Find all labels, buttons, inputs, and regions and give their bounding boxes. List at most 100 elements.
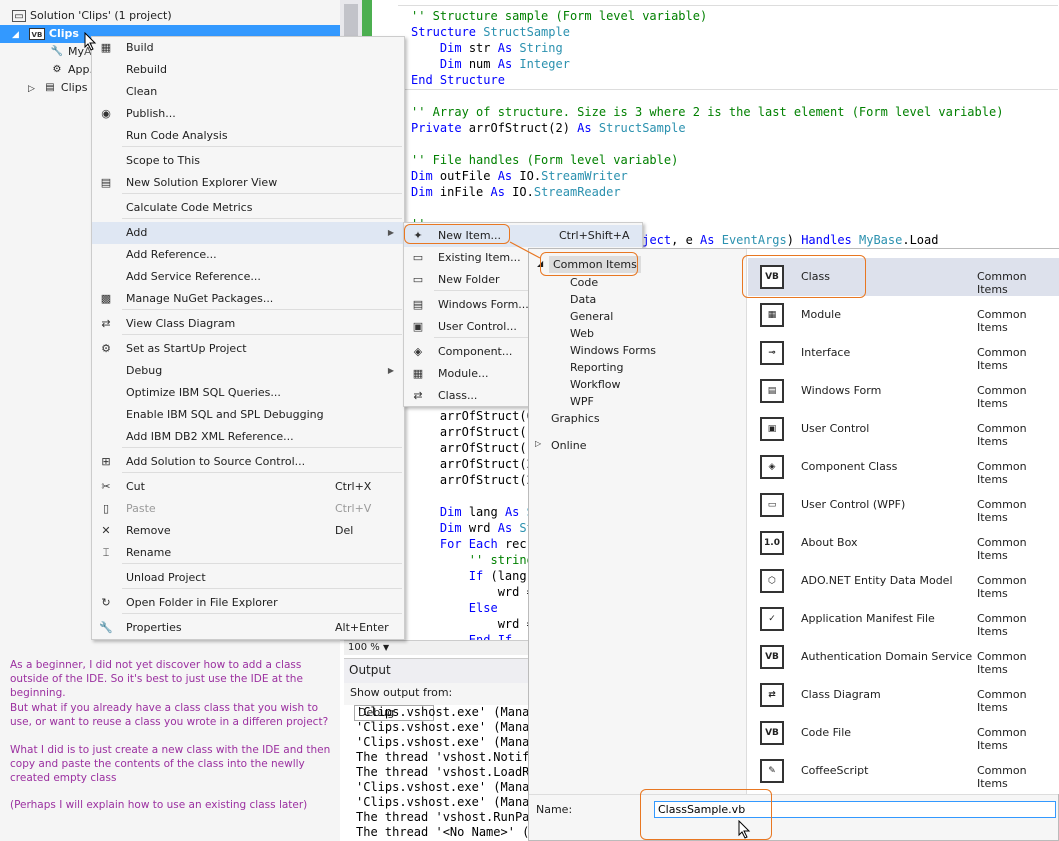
template-application-manifest-file-icon: ✓ — [760, 607, 784, 631]
name-label: Name: — [536, 803, 573, 816]
menu-item-run-code-analysis[interactable]: Run Code Analysis — [92, 125, 404, 147]
code-line: wrd = — [411, 617, 534, 631]
template-about-box[interactable]: 1.0 About Box Common Items — [748, 524, 1059, 562]
category-online[interactable]: Online — [551, 437, 586, 454]
category-data[interactable]: Data — [570, 291, 596, 308]
menu-item-add[interactable]: Add ▶ — [92, 222, 404, 244]
menu-item-manage-nuget-packages[interactable]: ▩ Manage NuGet Packages... — [92, 288, 404, 310]
output-panel: Output Show output from:Debug 'Clips.vsh… — [344, 658, 529, 841]
menu-separator — [122, 334, 402, 335]
category-wpf[interactable]: WPF — [570, 393, 594, 410]
category-code[interactable]: Code — [570, 274, 598, 291]
menu-item-remove[interactable]: ✕ Remove Del — [92, 520, 404, 542]
collapse-arrow-icon[interactable]: ▷ — [28, 84, 35, 94]
menu-item-open-folder-in-file-explorer[interactable]: ↻ Open Folder in File Explorer — [92, 592, 404, 614]
category-reporting[interactable]: Reporting — [570, 359, 623, 376]
menu-item-cut[interactable]: ✂ Cut Ctrl+X — [92, 476, 404, 498]
tree-solution[interactable]: ▭ Solution 'Clips' (1 project) — [12, 7, 172, 25]
menu-item-properties[interactable]: 🔧 Properties Alt+Enter — [92, 617, 404, 639]
code-line: arrOfStruct(1 — [411, 441, 534, 455]
output-text: 'Clips.vshost.exe' (Manag 'Clips.vshost.e… — [344, 705, 529, 841]
template-component-class-icon: ◈ — [760, 455, 784, 479]
windows-form-icon: ▤ — [412, 298, 424, 311]
rename-icon: ⌶ — [102, 546, 110, 559]
category-windows-forms[interactable]: Windows Forms — [570, 342, 656, 359]
menu-item-set-as-startup-project[interactable]: ⚙ Set as StartUp Project — [92, 338, 404, 360]
menu-item-rename[interactable]: ⌶ Rename — [92, 542, 404, 564]
menu-item-add-ibm-db2-xml-reference[interactable]: Add IBM DB2 XML Reference... — [92, 426, 404, 448]
template-application-manifest-file[interactable]: ✓ Application Manifest File Common Items — [748, 600, 1059, 638]
menu-item-scope-to-this[interactable]: Scope to This — [92, 150, 404, 172]
menu-item-new-solution-explorer-view[interactable]: ▤ New Solution Explorer View — [92, 172, 404, 194]
annotation-class-template — [742, 255, 866, 298]
code-text-lower[interactable]: arrOfStruct(0 arrOfStruct(1 arrOfStruct(… — [411, 408, 534, 648]
template-user-control-wpf-icon: ▭ — [760, 493, 784, 517]
menu-separator — [122, 588, 402, 589]
template-authentication-domain-service-icon: VB — [760, 645, 784, 669]
category-web[interactable]: Web — [570, 325, 594, 342]
code-text-upper[interactable]: '' Structure sample (Form level variable… — [411, 8, 1003, 248]
code-line: Dim str As String — [439, 41, 563, 55]
note-paragraph-2: But what if you already have a class cla… — [10, 702, 329, 728]
tree-item-app-config[interactable]: ⚙ App. — [50, 61, 93, 79]
template-user-control-wpf[interactable]: ▭ User Control (WPF) Common Items — [748, 486, 1059, 524]
component-icon: ◈ — [413, 345, 423, 358]
menu-separator — [122, 193, 402, 194]
output-line: The thread 'vshost.RunPar — [356, 810, 529, 824]
user-control-icon: ▣ — [412, 320, 424, 333]
template-coffeescript-icon: ✎ — [760, 759, 784, 783]
menu-item-unload-project[interactable]: Unload Project — [92, 567, 404, 589]
wrench-icon: 🔧 — [50, 46, 64, 57]
code-line: '' File handles (Form level variable) — [411, 153, 679, 167]
paste-icon: ▯ — [102, 502, 110, 515]
template-authentication-domain-service[interactable]: VB Authentication Domain Service Common It… — [748, 638, 1059, 676]
code-line: arrOfStruct(1 — [411, 425, 534, 439]
menu-item-calculate-code-metrics[interactable]: Calculate Code Metrics — [92, 197, 404, 219]
menu-item-publish[interactable]: ◉ Publish... — [92, 103, 404, 125]
solution-icon: ▭ — [12, 10, 26, 22]
menu-separator — [122, 613, 402, 614]
template-component-class[interactable]: ◈ Component Class Common Items — [748, 448, 1059, 486]
template-ado-net-entity-data-model[interactable]: ⬡ ADO.NET Entity Data Model Common Items — [748, 562, 1059, 600]
menu-item-debug[interactable]: Debug ▶ — [92, 360, 404, 382]
menu-item-rebuild[interactable]: Rebuild — [92, 59, 404, 81]
tree-item-clips-form[interactable]: ▷ ▤ Clips — [28, 79, 87, 97]
menu-item-add-solution-to-source-control[interactable]: ⊞ Add Solution to Source Control... — [92, 451, 404, 473]
menu-item-add-reference[interactable]: Add Reference... — [92, 244, 404, 266]
class-diagram-icon: ⇄ — [101, 317, 111, 330]
category-graphics[interactable]: Graphics — [551, 410, 600, 427]
category-general[interactable]: General — [570, 308, 613, 325]
menu-item-build[interactable]: ▦ Build — [92, 37, 404, 59]
collapse-arrow-icon[interactable]: ▷ — [535, 439, 541, 448]
category-workflow[interactable]: Workflow — [570, 376, 621, 393]
add-new-item-dialog: Common Items Code Data General Web Windows Fo… — [528, 248, 1059, 841]
new-folder-icon: ▭ — [412, 273, 424, 286]
menu-item-clean[interactable]: Clean — [92, 81, 404, 103]
tree-item-my-project[interactable]: 🔧 My — [50, 43, 84, 61]
template-interface[interactable]: ⊸ Interface Common Items — [748, 334, 1059, 372]
template-module[interactable]: ▦ Module Common Items — [748, 296, 1059, 334]
menu-item-add-service-reference[interactable]: Add Service Reference... — [92, 266, 404, 288]
menu-item-view-class-diagram[interactable]: ⇄ View Class Diagram — [92, 313, 404, 335]
zoom-level[interactable]: 100 % ▼ — [344, 640, 529, 655]
template-coffeescript[interactable]: ✎ CoffeeScript Common Items — [748, 752, 1059, 790]
code-line: Else — [468, 601, 498, 615]
menu-item-paste[interactable]: ▯ Paste Ctrl+V — [92, 498, 404, 520]
code-line: Dim wrd As St — [439, 521, 534, 535]
template-windows-form[interactable]: ▤ Windows Form Common Items — [748, 372, 1059, 410]
output-line: 'Clips.vshost.exe' (Manag — [356, 720, 529, 734]
template-user-control[interactable]: ▣ User Control Common Items — [748, 410, 1059, 448]
zoom-dropdown-icon[interactable]: ▼ — [383, 643, 389, 652]
template-interface-icon: ⊸ — [760, 341, 784, 365]
template-windows-form-icon: ▤ — [760, 379, 784, 403]
menu-item-optimize-ibm-sql-queries[interactable]: Optimize IBM SQL Queries... — [92, 382, 404, 404]
expand-arrow-icon[interactable]: ◢ — [12, 30, 19, 40]
template-code-file[interactable]: VB Code File Common Items — [748, 714, 1059, 752]
menu-item-enable-ibm-sql-and-spl-debugging[interactable]: Enable IBM SQL and SPL Debugging — [92, 404, 404, 426]
submenu-arrow-icon: ▶ — [387, 228, 394, 237]
template-class-diagram[interactable]: ⇄ Class Diagram Common Items — [748, 676, 1059, 714]
code-line: Structure StructSample — [411, 25, 570, 39]
source-control-icon: ⊞ — [101, 455, 111, 468]
